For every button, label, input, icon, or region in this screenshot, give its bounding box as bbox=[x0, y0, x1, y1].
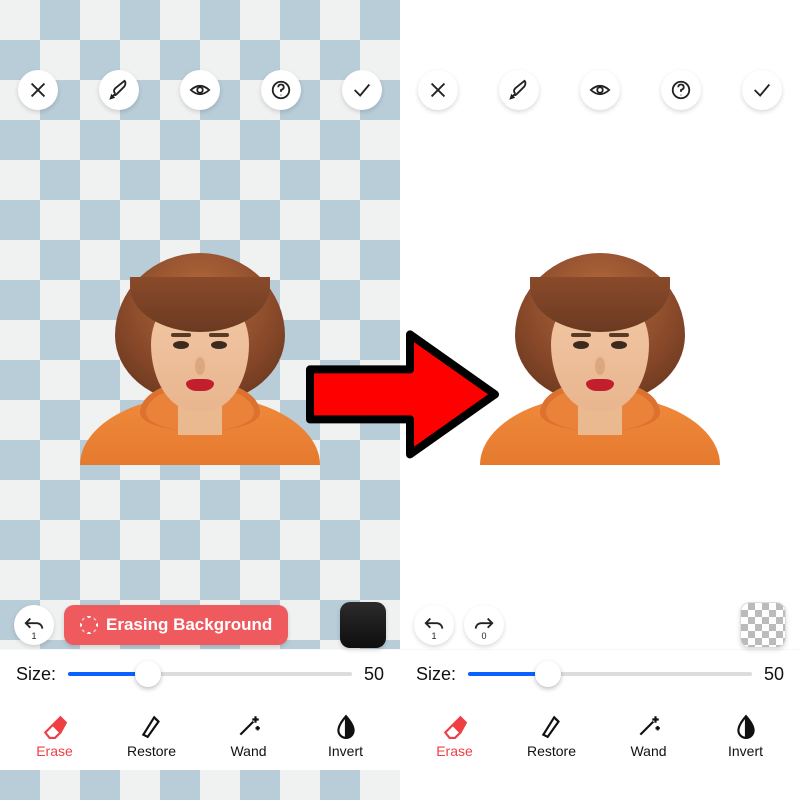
close-icon bbox=[427, 79, 449, 101]
tab-restore[interactable]: Restore bbox=[112, 713, 192, 759]
tab-label: Erase bbox=[436, 743, 473, 759]
tab-label: Restore bbox=[127, 743, 176, 759]
preview-button[interactable] bbox=[580, 70, 620, 110]
brush-button[interactable] bbox=[499, 70, 539, 110]
close-button[interactable] bbox=[418, 70, 458, 110]
status-text: Erasing Background bbox=[106, 615, 272, 635]
tab-invert[interactable]: Invert bbox=[706, 713, 786, 759]
tab-invert[interactable]: Invert bbox=[306, 713, 386, 759]
confirm-button[interactable] bbox=[342, 70, 382, 110]
tab-wand[interactable]: Wand bbox=[609, 713, 689, 759]
erase-icon bbox=[42, 713, 68, 739]
eye-icon bbox=[189, 79, 211, 101]
wand-icon bbox=[236, 713, 262, 739]
background-swatch[interactable] bbox=[340, 602, 386, 648]
tab-label: Wand bbox=[230, 743, 266, 759]
slider-thumb[interactable] bbox=[135, 661, 161, 687]
tab-label: Invert bbox=[728, 743, 763, 759]
slider-thumb[interactable] bbox=[535, 661, 561, 687]
subject-portrait bbox=[480, 245, 720, 465]
restore-icon bbox=[539, 713, 565, 739]
tab-label: Erase bbox=[36, 743, 73, 759]
background-swatch[interactable] bbox=[740, 602, 786, 648]
erase-icon bbox=[442, 713, 468, 739]
undo-button[interactable]: 1 bbox=[414, 605, 454, 645]
brush-icon bbox=[508, 79, 530, 101]
check-icon bbox=[351, 79, 373, 101]
before-pane: 1 Erasing Background Size: 50 Erase bbox=[0, 0, 400, 800]
close-button[interactable] bbox=[18, 70, 58, 110]
tab-erase[interactable]: Erase bbox=[15, 713, 95, 759]
help-icon bbox=[670, 79, 692, 101]
undo-count: 1 bbox=[31, 631, 36, 641]
subject-portrait bbox=[80, 245, 320, 465]
help-button[interactable] bbox=[261, 70, 301, 110]
restore-icon bbox=[139, 713, 165, 739]
help-button[interactable] bbox=[661, 70, 701, 110]
help-icon bbox=[270, 79, 292, 101]
brush-icon bbox=[108, 79, 130, 101]
tool-tabs: Erase Restore Wand Invert bbox=[400, 698, 800, 770]
tab-label: Restore bbox=[527, 743, 576, 759]
invert-icon bbox=[733, 713, 759, 739]
size-row: Size: 50 bbox=[400, 649, 800, 698]
tab-wand[interactable]: Wand bbox=[209, 713, 289, 759]
brush-button[interactable] bbox=[99, 70, 139, 110]
size-label: Size: bbox=[16, 664, 56, 685]
canvas-controls: 1 0 bbox=[400, 602, 800, 648]
size-label: Size: bbox=[416, 664, 456, 685]
after-pane: 1 0 Size: 50 Erase bbox=[400, 0, 800, 800]
tab-erase[interactable]: Erase bbox=[415, 713, 495, 759]
top-toolbar bbox=[400, 70, 800, 110]
undo-button[interactable]: 1 bbox=[14, 605, 54, 645]
tab-label: Wand bbox=[630, 743, 666, 759]
size-slider[interactable] bbox=[468, 662, 752, 686]
spinner-icon bbox=[80, 616, 98, 634]
preview-button[interactable] bbox=[180, 70, 220, 110]
check-icon bbox=[751, 79, 773, 101]
tab-restore[interactable]: Restore bbox=[512, 713, 592, 759]
eye-icon bbox=[589, 79, 611, 101]
status-pill: Erasing Background bbox=[64, 605, 288, 645]
tool-tabs: Erase Restore Wand Invert bbox=[0, 698, 400, 770]
undo-count: 1 bbox=[431, 631, 436, 641]
size-value: 50 bbox=[364, 664, 384, 685]
redo-count: 0 bbox=[481, 631, 486, 641]
confirm-button[interactable] bbox=[742, 70, 782, 110]
top-toolbar bbox=[0, 70, 400, 110]
size-slider[interactable] bbox=[68, 662, 352, 686]
wand-icon bbox=[636, 713, 662, 739]
close-icon bbox=[27, 79, 49, 101]
redo-button[interactable]: 0 bbox=[464, 605, 504, 645]
canvas-controls: 1 Erasing Background bbox=[0, 602, 400, 648]
size-row: Size: 50 bbox=[0, 649, 400, 698]
tab-label: Invert bbox=[328, 743, 363, 759]
invert-icon bbox=[333, 713, 359, 739]
size-value: 50 bbox=[764, 664, 784, 685]
